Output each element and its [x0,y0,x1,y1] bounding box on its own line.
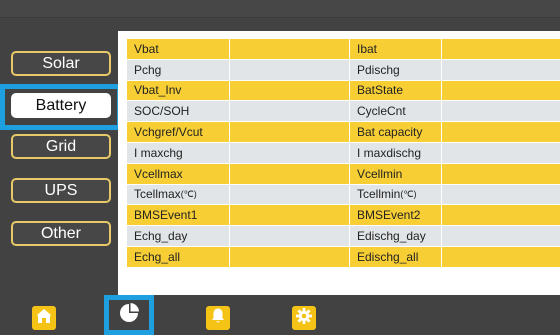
label-cell: Edischg_day [350,226,442,247]
value-cell [442,226,560,247]
value-cell [230,122,350,143]
value-cell [230,205,350,227]
home-button[interactable] [32,306,56,330]
value-cell [442,163,560,185]
battery-data-table: Vbat Ibat Pchg Pdischg Vbat_Inv BatState… [127,39,560,268]
label-cell: Bat capacity [350,122,442,143]
label-cell: Ibat [350,39,442,60]
table-row: Vcellmax Vcellmin [127,163,560,185]
value-cell [230,101,350,123]
value-cell [442,122,560,143]
value-cell [230,80,350,102]
sidebar-item-label: Grid [45,137,77,155]
pie-chart-icon [118,302,140,328]
value-cell [442,205,560,227]
value-cell [442,39,560,60]
home-icon [35,307,53,330]
label-cell: I maxchg [127,142,230,164]
label-cell: Vcellmin [350,163,442,185]
value-cell [230,184,350,206]
label-cell: Echg_day [127,226,230,247]
battery-data-panel: Vbat Ibat Pchg Pdischg Vbat_Inv BatState… [118,31,560,295]
sidebar-item-label: Battery [35,96,87,114]
table-row: Echg_all Edischg_all [127,246,560,268]
table-row: Pchg Pdischg [127,59,560,81]
pie-chart-button-face [118,302,140,329]
label-cell: Tcellmax (℃) [127,184,230,206]
unit-text: (℃) [180,188,197,199]
label-cell: I maxdischg [350,142,442,164]
table-row: SOC/SOH CycleCnt [127,101,560,123]
table-row: Vchgref/Vcut Bat capacity [127,122,560,143]
label-cell: Pchg [127,59,230,81]
sidebar: Solar Battery Grid UPS Other [0,30,122,295]
sidebar-item-solar[interactable]: Solar [11,51,111,76]
label-cell: Edischg_all [350,246,442,268]
bell-icon [210,307,226,330]
label-cell: Vcellmax [127,163,230,185]
gear-icon [295,307,313,330]
table-row: BMSEvent1 BMSEvent2 [127,205,560,227]
value-cell [230,246,350,268]
label-cell: BMSEvent2 [350,205,442,227]
label-cell: Vbat [127,39,230,60]
sidebar-item-ups[interactable]: UPS [11,178,111,203]
pie-chart-button[interactable] [104,295,154,335]
unit-text: (℃) [400,188,417,199]
table-row: I maxchg I maxdischg [127,142,560,164]
label-text: Tcellmax [134,187,181,202]
label-cell: BatState [350,80,442,102]
label-cell: Pdischg [350,59,442,81]
table-row: Tcellmax (℃) Tcellmin (℃) [127,184,560,206]
table-row: Vbat_Inv BatState [127,80,560,102]
label-cell: Vbat_Inv [127,80,230,102]
label-cell: BMSEvent1 [127,205,230,227]
value-cell [230,142,350,164]
settings-button[interactable] [292,306,316,330]
sidebar-item-label: Other [40,224,81,242]
label-cell: Tcellmin (℃) [350,184,442,206]
alarm-button[interactable] [206,306,230,330]
value-cell [230,39,350,60]
sidebar-item-other[interactable]: Other [11,221,111,246]
value-cell [230,226,350,247]
sidebar-item-label: Solar [42,54,80,72]
value-cell [230,163,350,185]
sidebar-item-battery[interactable]: Battery [11,93,111,118]
value-cell [230,59,350,81]
value-cell [442,184,560,206]
table-row: Vbat Ibat [127,39,560,60]
label-cell: Vchgref/Vcut [127,122,230,143]
bottom-nav [0,295,560,335]
status-bar [0,0,560,18]
table-row: Echg_day Edischg_day [127,226,560,247]
value-cell [442,101,560,123]
value-cell [442,80,560,102]
sidebar-item-grid[interactable]: Grid [11,134,111,159]
label-text: Tcellmin [357,187,401,202]
label-cell: SOC/SOH [127,101,230,123]
label-cell: Echg_all [127,246,230,268]
value-cell [442,142,560,164]
sidebar-item-label: UPS [44,181,78,199]
value-cell [442,246,560,268]
value-cell [442,59,560,81]
label-cell: CycleCnt [350,101,442,123]
